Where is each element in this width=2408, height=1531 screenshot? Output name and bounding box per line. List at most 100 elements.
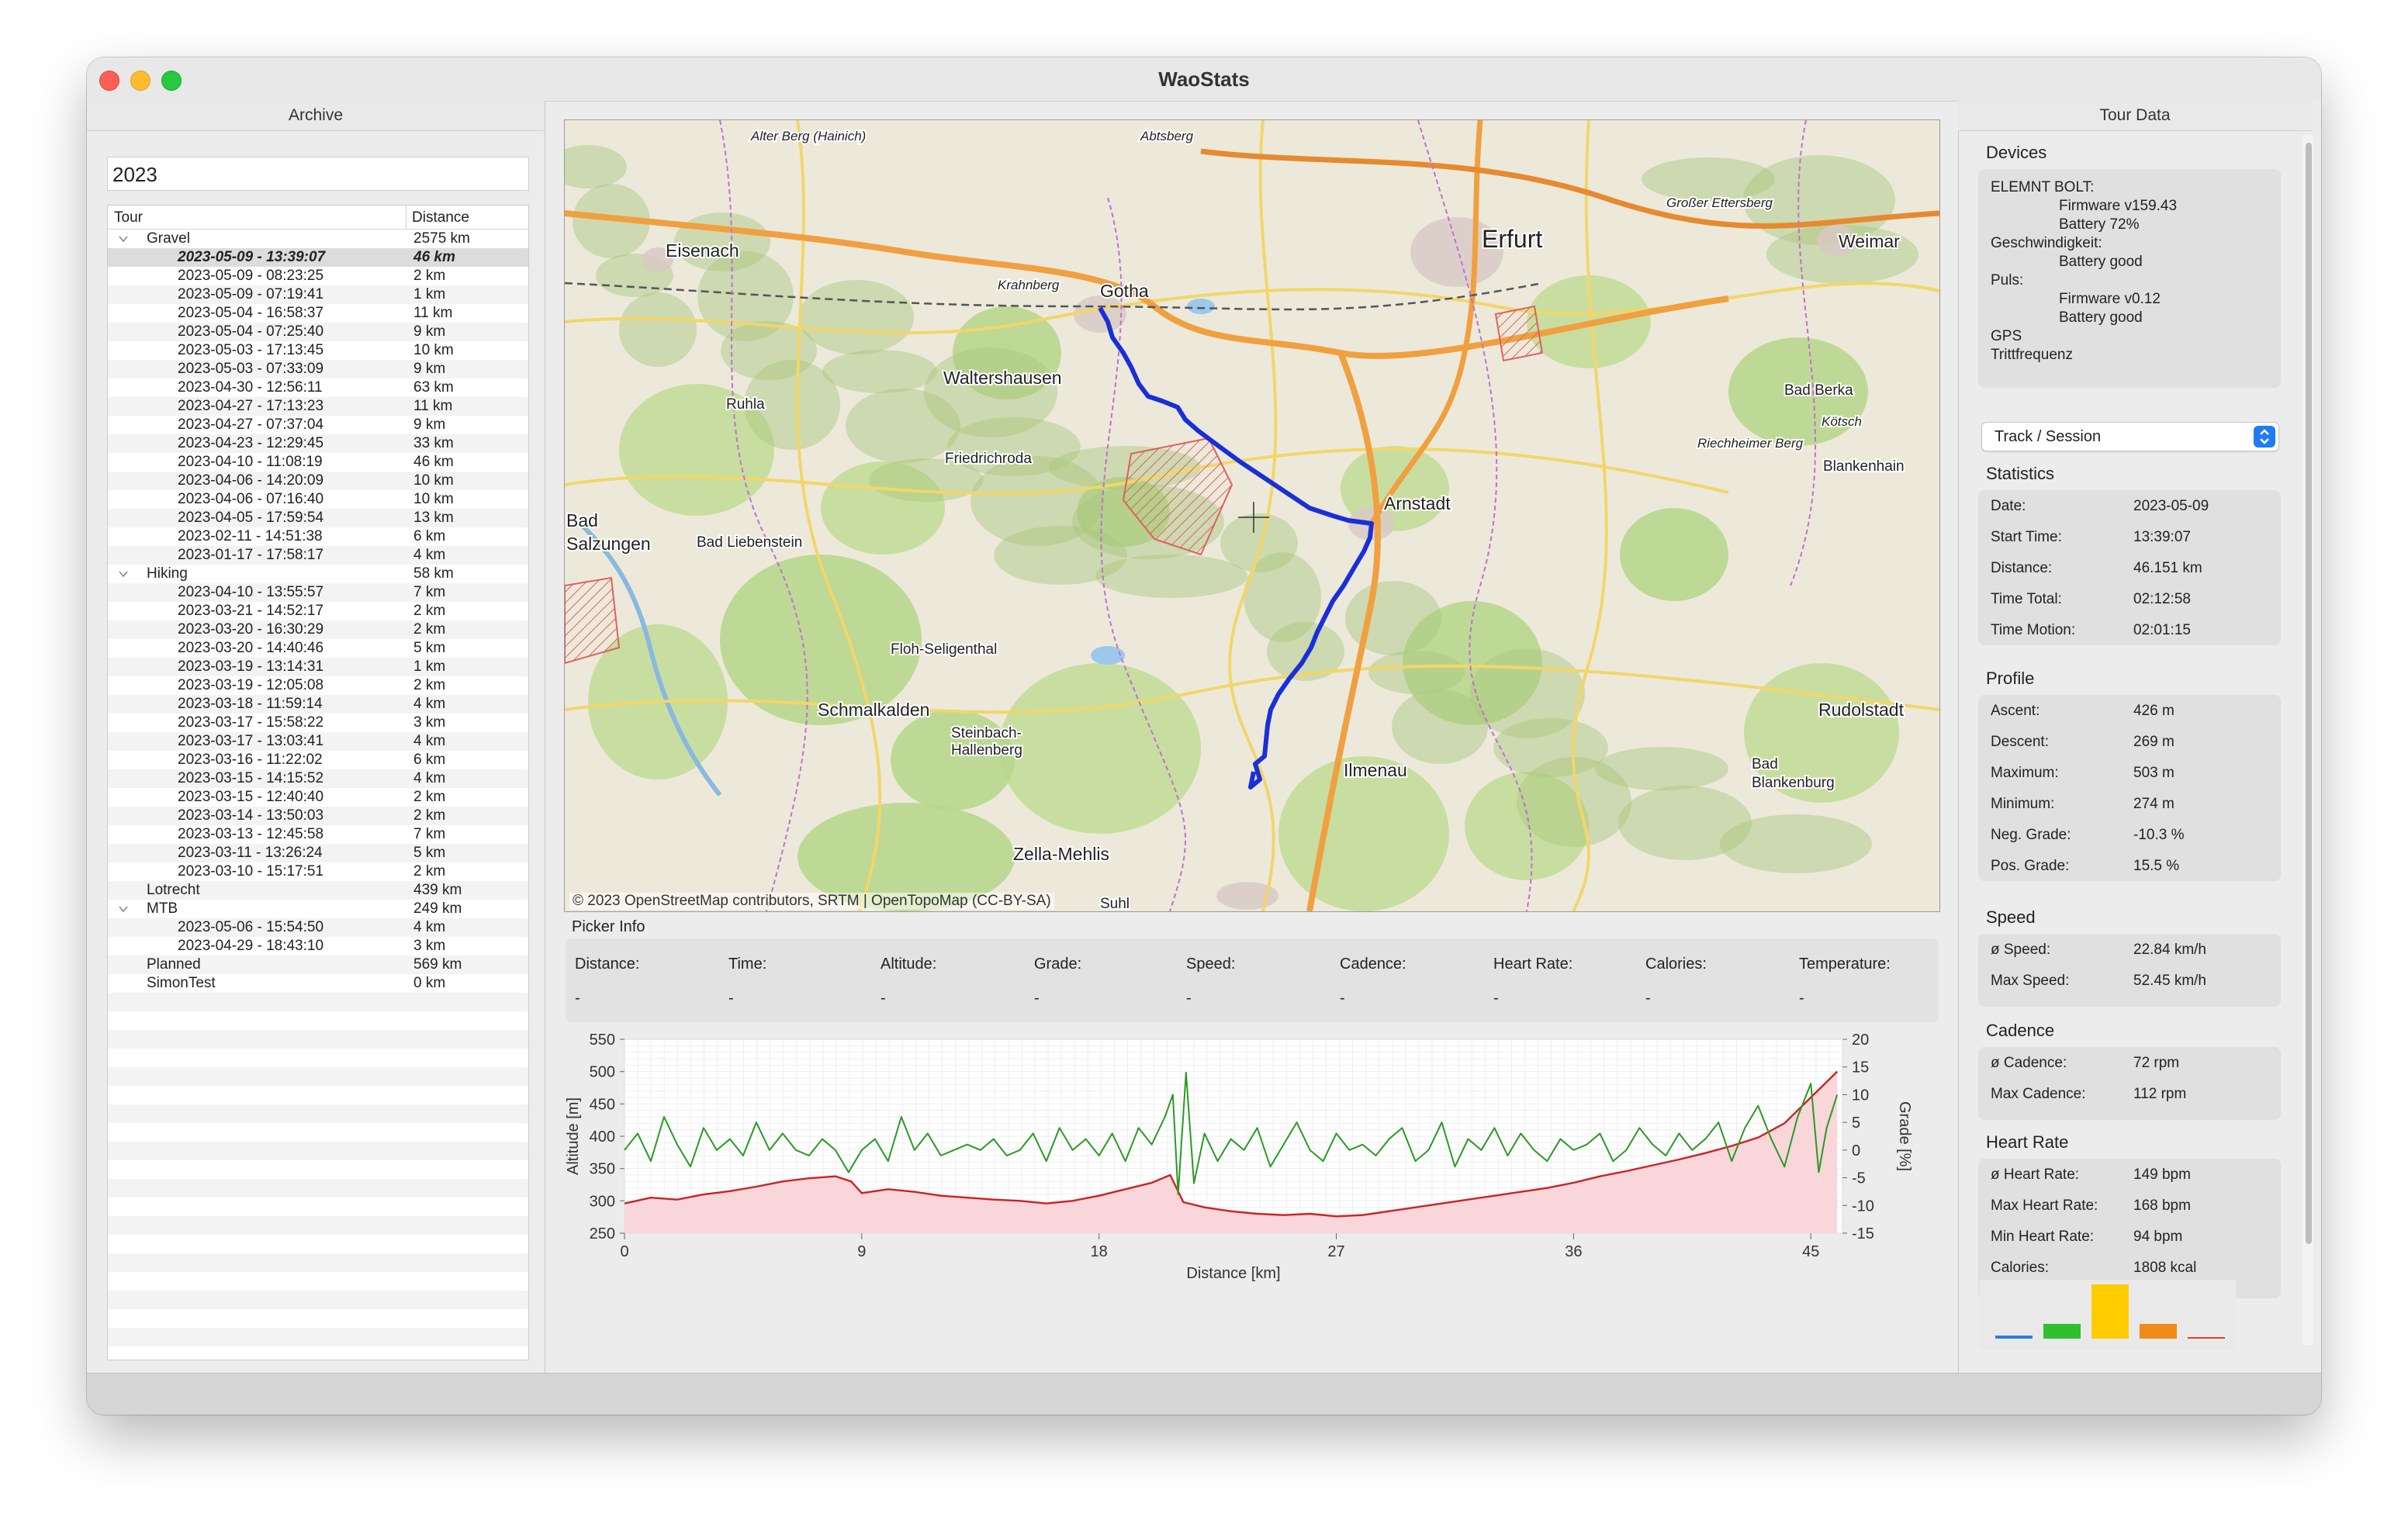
tour-distance: 1 km xyxy=(413,286,446,302)
tour-row[interactable]: 2023-03-19 - 13:14:31 1 km xyxy=(108,658,528,676)
tour-row[interactable]: 2023-03-17 - 15:58:22 3 km xyxy=(108,714,528,732)
section-title: Heart Rate xyxy=(1986,1132,2069,1152)
section-title: Devices xyxy=(1986,143,2047,162)
empty-row xyxy=(108,1291,528,1309)
place-label: Abtsberg xyxy=(1140,129,1194,143)
tour-group-row[interactable]: Lotrecht 439 km xyxy=(108,881,528,900)
tour-row[interactable]: 2023-05-04 - 16:58:37 11 km xyxy=(108,304,528,323)
updown-chevron-icon[interactable] xyxy=(2254,426,2275,448)
tour-row[interactable]: 2023-05-09 - 08:23:25 2 km xyxy=(108,267,528,285)
tour-row[interactable]: 2023-03-18 - 11:59:14 4 km xyxy=(108,695,528,714)
y2-axis-label: Grade [%] xyxy=(1896,1101,1913,1171)
tour-group-row[interactable]: SimonTest 0 km xyxy=(108,974,528,993)
scrollbar-thumb[interactable] xyxy=(2306,143,2312,1244)
tour-row[interactable]: 2023-03-10 - 15:17:51 2 km xyxy=(108,862,528,881)
tour-distance: 4 km xyxy=(413,919,446,935)
distance-column-header[interactable]: Distance xyxy=(412,209,469,226)
archive-filter-field[interactable]: 2023 xyxy=(107,157,529,191)
disclosure-chevron-icon[interactable] xyxy=(119,904,128,914)
tour-row[interactable]: 2023-03-13 - 12:45:58 7 km xyxy=(108,825,528,844)
tour-data-content: Devices ELEMNT BOLT: Firmware v159.43 Batte… xyxy=(1958,57,2321,1415)
device-line: Firmware v0.12 xyxy=(2059,291,2161,307)
tour-row[interactable]: 2023-04-06 - 07:16:40 10 km xyxy=(108,490,528,509)
tour-name: 2023-03-14 - 13:50:03 xyxy=(178,807,324,824)
tour-row[interactable]: 2023-04-05 - 17:59:54 13 km xyxy=(108,509,528,527)
stat-value: 149 bpm xyxy=(2133,1166,2191,1183)
tour-group-row[interactable]: Planned 569 km xyxy=(108,956,528,974)
tour-row[interactable]: 2023-03-15 - 12:40:40 2 km xyxy=(108,788,528,807)
tour-group-row[interactable]: Gravel 2575 km xyxy=(108,230,528,248)
disclosure-chevron-icon[interactable] xyxy=(119,569,128,579)
tour-row[interactable]: 2023-03-21 - 14:52:17 2 km xyxy=(108,602,528,620)
track-session-select[interactable]: Track / Session xyxy=(1981,422,2279,451)
stat-label: ø Cadence: xyxy=(1991,1055,2067,1071)
stat-value: 13:39:07 xyxy=(2133,529,2191,545)
disclosure-chevron-icon[interactable] xyxy=(119,234,128,244)
picker-value: - xyxy=(1340,990,1345,1007)
tour-row[interactable]: 2023-03-17 - 13:03:41 4 km xyxy=(108,732,528,751)
tour-row[interactable]: 2023-04-27 - 07:37:04 9 km xyxy=(108,416,528,434)
tour-row[interactable]: 2023-03-20 - 16:30:29 2 km xyxy=(108,620,528,639)
empty-row xyxy=(108,1160,528,1179)
tour-group-row[interactable]: MTB 249 km xyxy=(108,900,528,918)
elevation-chart[interactable]: 0 9 18 27 36 45 250 300 350 400 450 500 550 -15 -10 -5 0… xyxy=(562,1032,1951,1357)
tour-row[interactable]: 2023-03-16 - 11:22:02 6 km xyxy=(108,751,528,769)
tour-column-header[interactable]: Tour xyxy=(114,209,143,226)
place-label: Bad xyxy=(1752,756,1778,772)
forest-area xyxy=(1620,508,1728,601)
tour-row[interactable]: 2023-05-09 - 13:39:07 46 km xyxy=(108,248,528,267)
place-label: Friedrichroda xyxy=(945,451,1032,467)
tour-distance: 5 km xyxy=(413,640,446,656)
tour-name: 2023-04-23 - 12:29:45 xyxy=(178,435,324,451)
tour-row[interactable]: 2023-03-11 - 13:26:24 5 km xyxy=(108,844,528,862)
tour-row[interactable]: 2023-05-06 - 15:54:50 4 km xyxy=(108,918,528,937)
place-label: Bad Berka xyxy=(1784,382,1853,399)
tour-row[interactable]: 2023-04-27 - 17:13:23 11 km xyxy=(108,397,528,416)
tour-row[interactable]: 2023-05-03 - 07:33:09 9 km xyxy=(108,360,528,378)
tour-row[interactable]: 2023-04-06 - 14:20:09 10 km xyxy=(108,472,528,490)
tour-name: Planned xyxy=(147,956,201,973)
device-line: Trittfrequenz xyxy=(1991,347,2073,363)
tour-distance: 11 km xyxy=(413,305,453,321)
hr-zone-bar xyxy=(2043,1324,2081,1339)
tour-name: 2023-05-03 - 17:13:45 xyxy=(178,342,324,358)
x-tick-label: 45 xyxy=(1802,1243,1819,1260)
tour-row[interactable]: 2023-02-11 - 14:51:38 6 km xyxy=(108,527,528,546)
tour-row[interactable]: 2023-04-10 - 13:55:57 7 km xyxy=(108,583,528,602)
tour-row[interactable]: 2023-05-03 - 17:13:45 10 km xyxy=(108,341,528,360)
tour-row[interactable]: 2023-04-29 - 18:43:10 3 km xyxy=(108,937,528,956)
map-view[interactable]: Alter Berg (Hainich) Abtsberg Erfurt Großer… xyxy=(564,119,1940,912)
tour-group-row[interactable]: Hiking 58 km xyxy=(108,565,528,583)
picker-value: - xyxy=(881,990,886,1007)
select-value: Track / Session xyxy=(1995,428,2102,445)
tour-row[interactable]: 2023-05-04 - 07:25:40 9 km xyxy=(108,323,528,341)
device-line: GPS xyxy=(1991,328,2022,344)
place-label: Riechheimer Berg xyxy=(1697,436,1804,451)
tour-row[interactable]: 2023-04-10 - 11:08:19 46 km xyxy=(108,453,528,472)
tour-row[interactable]: 2023-03-20 - 14:40:46 5 km xyxy=(108,639,528,658)
tour-distance: 4 km xyxy=(413,696,446,712)
stat-value: 426 m xyxy=(2133,703,2174,719)
stat-label: Neg. Grade: xyxy=(1991,827,2071,843)
tour-distance: 10 km xyxy=(413,342,454,358)
y2-tick-label: -10 xyxy=(1852,1197,1874,1215)
tour-row[interactable]: 2023-04-30 - 12:56:11 63 km xyxy=(108,378,528,397)
tour-name: 2023-05-09 - 13:39:07 xyxy=(178,249,326,265)
tour-row[interactable]: 2023-05-09 - 07:19:41 1 km xyxy=(108,285,528,304)
tour-distance: 63 km xyxy=(413,379,454,396)
column-separator[interactable] xyxy=(406,206,407,229)
place-label: Kötsch xyxy=(1822,414,1862,429)
y2-tick-label: -5 xyxy=(1852,1170,1866,1187)
picker-label: Time: xyxy=(728,956,767,973)
place-label: Ruhla xyxy=(726,396,765,413)
tour-row[interactable]: 2023-03-19 - 12:05:08 2 km xyxy=(108,676,528,695)
tour-row[interactable]: 2023-01-17 - 17:58:17 4 km xyxy=(108,546,528,565)
main-area: Alter Berg (Hainich) Abtsberg Erfurt Großer… xyxy=(545,101,1957,1373)
stat-label: Time Motion: xyxy=(1991,622,2076,638)
tour-row[interactable]: 2023-03-15 - 14:15:52 4 km xyxy=(108,769,528,788)
place-label: Rudolstadt xyxy=(1818,700,1905,720)
tour-row[interactable]: 2023-03-14 - 13:50:03 2 km xyxy=(108,807,528,825)
tour-row[interactable]: 2023-04-23 - 12:29:45 33 km xyxy=(108,434,528,453)
stat-value: 503 m xyxy=(2133,765,2174,781)
stat-value: 52.45 km/h xyxy=(2133,973,2206,989)
